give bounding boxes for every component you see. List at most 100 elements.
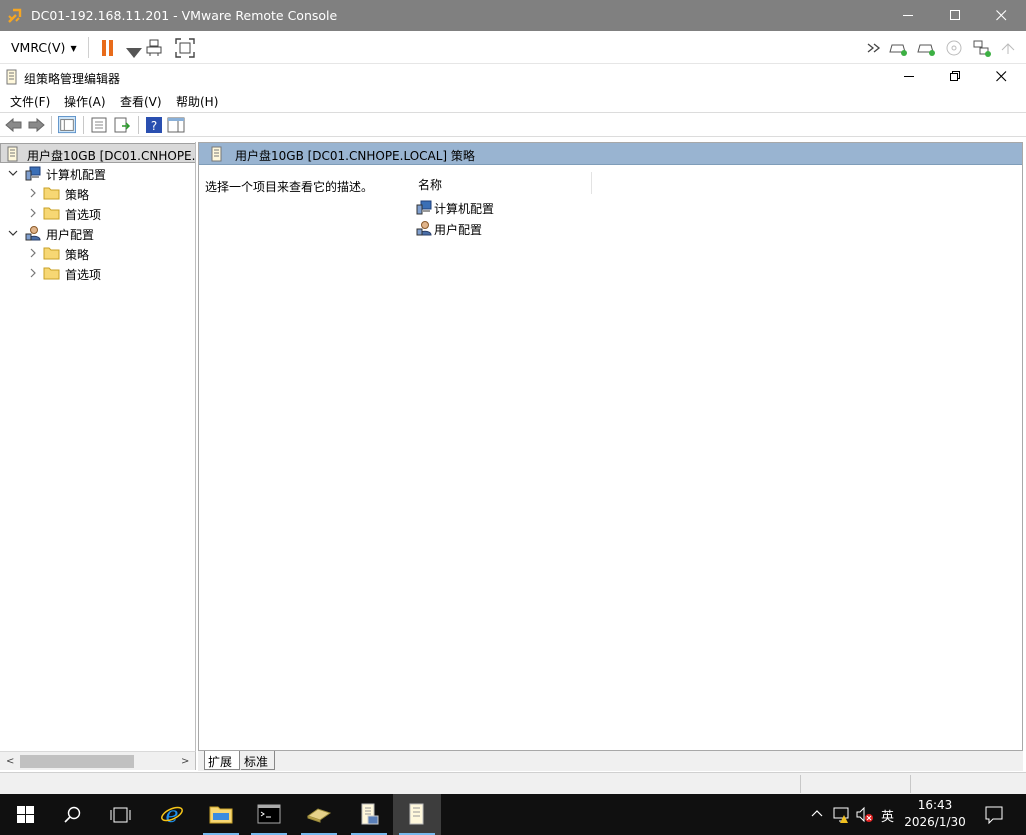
computer-config-icon (416, 200, 432, 215)
svg-text:e: e (165, 803, 178, 826)
windows-logo-icon (17, 806, 34, 823)
pause-icon[interactable] (99, 39, 119, 59)
volume-muted-icon[interactable] (856, 806, 874, 824)
removable-device-icon[interactable] (888, 38, 908, 58)
ie-taskbar-button[interactable]: e (148, 794, 196, 835)
server-manager-icon (306, 808, 332, 823)
scrollbar-thumb[interactable] (20, 755, 134, 768)
close-icon (996, 10, 1007, 21)
hard-disk-icon[interactable] (916, 38, 936, 58)
list-item-label: 用户配置 (434, 223, 483, 237)
task-view-button[interactable] (96, 794, 144, 835)
policy-document-icon (211, 146, 222, 162)
help-icon[interactable]: ? (145, 116, 163, 134)
tree-item-user-config[interactable]: 用户配置 (0, 223, 195, 243)
vmrc-minimize-button[interactable] (886, 0, 932, 31)
scroll-right-icon[interactable]: > (181, 756, 189, 767)
back-arrow-icon[interactable] (5, 116, 23, 134)
menu-file[interactable]: 文件(F) (10, 93, 50, 110)
menu-action[interactable]: 操作(A) (64, 93, 106, 110)
properties-icon[interactable] (90, 116, 108, 134)
status-bar (0, 772, 1026, 794)
tree-item-computer-preferences[interactable]: 首选项 (0, 203, 195, 223)
gpme-title-bar: 组策略管理编辑器 (0, 65, 1026, 89)
scroll-left-icon[interactable]: < (6, 756, 14, 767)
menu-help[interactable]: 帮助(H) (176, 93, 218, 110)
tree-horizontal-scrollbar[interactable]: < > (0, 751, 196, 770)
tree-item-computer-policies[interactable]: 策略 (0, 183, 195, 203)
gpme-menu-bar: 文件(F) 操作(A) 查看(V) 帮助(H) (0, 89, 1026, 111)
file-explorer-taskbar-button[interactable] (197, 794, 245, 835)
vmrc-maximize-button[interactable] (933, 0, 979, 31)
tree-item-label: 用户配置 (46, 228, 95, 242)
tree-item-label: 首选项 (65, 208, 102, 222)
pause-dropdown-icon[interactable] (124, 44, 144, 64)
close-icon (996, 71, 1007, 82)
vmrc-toolbar: VMRC(V) ▼ (0, 31, 1026, 64)
export-list-icon[interactable] (113, 116, 131, 134)
chevron-down-icon[interactable] (8, 228, 18, 238)
ime-indicator[interactable]: 英 (881, 806, 894, 825)
show-hide-console-tree-icon[interactable] (58, 116, 76, 134)
forward-arrow-icon[interactable] (27, 116, 45, 134)
double-chevron-right-icon[interactable] (864, 38, 884, 58)
gpmc-taskbar-button[interactable] (345, 794, 393, 835)
chevron-right-icon[interactable] (28, 268, 38, 278)
chevron-down-icon[interactable] (8, 168, 18, 178)
list-item-user-config[interactable]: 用户配置 (415, 218, 615, 238)
cd-drive-icon[interactable] (944, 38, 964, 58)
menu-view[interactable]: 查看(V) (120, 93, 162, 110)
vmrc-menu-button[interactable]: VMRC(V) ▼ (11, 40, 77, 55)
gpme-taskbar-button[interactable] (393, 794, 441, 835)
toolbar-separator (83, 116, 84, 134)
cmd-taskbar-button[interactable] (245, 794, 293, 835)
vmrc-close-button[interactable] (979, 0, 1025, 31)
usb-icon[interactable] (998, 38, 1018, 58)
list-item-computer-config[interactable]: 计算机配置 (415, 197, 615, 217)
item-description: 选择一个项目来查看它的描述。 (205, 180, 374, 194)
fullscreen-icon[interactable] (175, 38, 195, 58)
network-adapter-icon[interactable] (972, 38, 992, 58)
chevron-right-icon[interactable] (28, 248, 38, 258)
toolbar-separator (88, 37, 89, 58)
gpme-minimize-button[interactable] (886, 65, 932, 89)
folder-icon (43, 207, 60, 220)
folder-icon (43, 247, 60, 260)
folder-icon (209, 806, 233, 824)
server-manager-taskbar-button[interactable] (295, 794, 343, 835)
gpme-restore-button[interactable] (932, 65, 978, 89)
minimize-icon (904, 76, 914, 77)
tab-extended[interactable]: 扩展 (204, 751, 240, 770)
gpme-close-button[interactable] (978, 65, 1024, 89)
windows-taskbar: e 英 16:43 2026/1/30 (0, 794, 1026, 835)
chevron-down-icon: ▼ (70, 44, 77, 53)
system-clock[interactable]: 16:43 2026/1/30 (897, 797, 973, 831)
tab-standard[interactable]: 标准 (241, 751, 275, 770)
tree-item-root-policy[interactable]: 用户盘10GB [DC01.CNHOPE.LOCAL] 策略 (0, 143, 195, 163)
column-header-label: 名称 (418, 178, 443, 192)
column-header-name[interactable]: 名称 (415, 172, 592, 194)
network-warning-icon[interactable] (833, 806, 851, 824)
toolbar-separator (51, 116, 52, 134)
start-button[interactable] (0, 794, 48, 835)
send-ctrl-alt-del-icon[interactable] (145, 38, 165, 58)
details-pane: 用户盘10GB [DC01.CNHOPE.LOCAL] 策略 选择一个项目来查看… (198, 142, 1023, 751)
vmrc-menu-label: VMRC(V) (11, 40, 66, 55)
user-config-icon (416, 221, 432, 236)
tree-item-label: 策略 (65, 248, 90, 262)
tree-item-computer-config[interactable]: 计算机配置 (0, 163, 195, 183)
tree-item-user-preferences[interactable]: 首选项 (0, 263, 195, 283)
chevron-right-icon[interactable] (28, 208, 38, 218)
tree-item-user-policies[interactable]: 策略 (0, 243, 195, 263)
task-view-icon (110, 807, 131, 823)
show-hidden-icons-chevron-up-icon[interactable] (811, 808, 823, 820)
gpme-toolbar: ? (0, 112, 1026, 137)
show-hide-action-pane-icon[interactable] (167, 116, 185, 134)
clock-date: 2026/1/30 (904, 815, 966, 829)
tree-item-label: 策略 (65, 188, 90, 202)
group-policy-management-icon (361, 803, 379, 825)
chevron-right-icon[interactable] (28, 188, 38, 198)
action-center-icon[interactable] (985, 805, 1003, 825)
details-header: 用户盘10GB [DC01.CNHOPE.LOCAL] 策略 (199, 143, 1022, 165)
search-button[interactable] (48, 794, 96, 835)
